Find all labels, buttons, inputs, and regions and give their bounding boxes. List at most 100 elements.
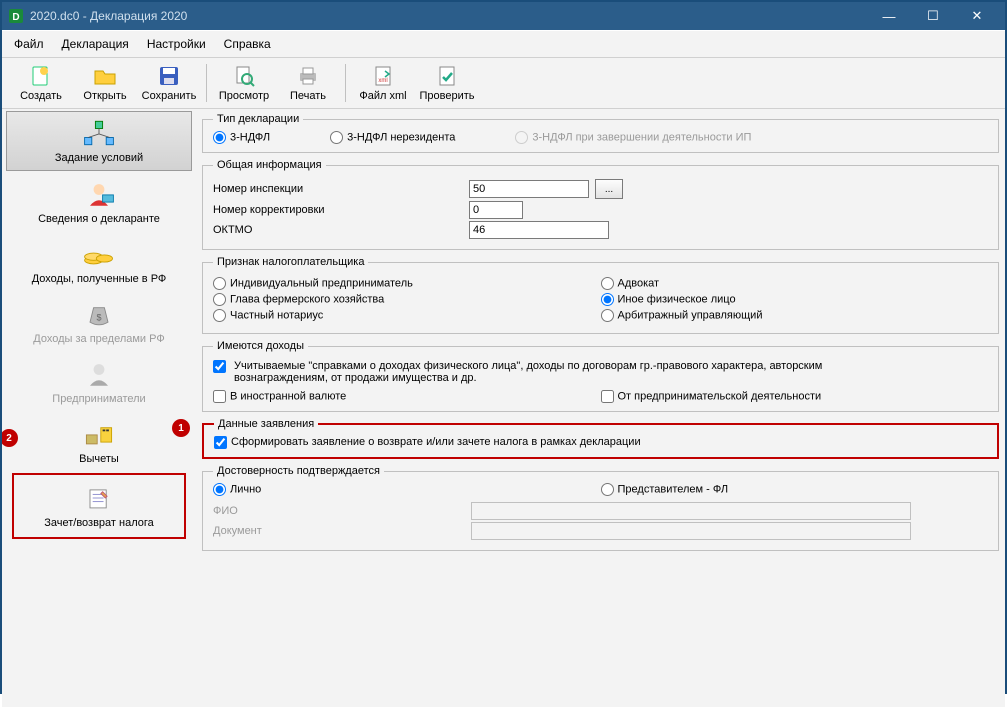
label-oktmo: ОКТМО: [213, 224, 463, 236]
sidebar-item-income-rf[interactable]: Доходы, полученные в РФ: [6, 233, 192, 291]
group-general: Общая информация Номер инспекции ... Ном…: [202, 159, 999, 250]
content-panel: Тип декларации 3-НДФЛ 3-НДФЛ нерезидента…: [196, 109, 1005, 707]
open-icon: [93, 64, 117, 88]
group-income: Имеются доходы Учитываемые "справками о …: [202, 340, 999, 412]
separator: [345, 64, 346, 102]
save-icon: [157, 64, 181, 88]
sidebar-label: Вычеты: [79, 453, 119, 465]
sidebar-item-declarant[interactable]: Сведения о декларанте: [6, 173, 192, 231]
coins-icon: [81, 239, 117, 269]
preview-button[interactable]: Просмотр: [213, 62, 275, 104]
tool-label: Создать: [20, 90, 62, 102]
print-icon: [296, 64, 320, 88]
svg-text:xml: xml: [378, 78, 387, 84]
close-button[interactable]: ✕: [955, 2, 999, 30]
radio-arbitr[interactable]: Арбитражный управляющий: [601, 309, 763, 322]
legend: Признак налогоплательщика: [213, 256, 368, 268]
new-button[interactable]: Создать: [10, 62, 72, 104]
legend: Имеются доходы: [213, 340, 308, 352]
sidebar-item-entrepreneurs[interactable]: Предприниматели: [6, 353, 192, 411]
sidebar-label: Предприниматели: [52, 393, 145, 405]
app-icon: D: [8, 8, 24, 24]
menu-settings[interactable]: Настройки: [143, 35, 210, 53]
person-icon: [81, 179, 117, 209]
doc-input: [471, 522, 911, 540]
sidebar-label: Доходы за пределами РФ: [33, 333, 164, 345]
svg-text:D: D: [12, 12, 19, 23]
sidebar-item-refund[interactable]: Зачет/возврат налога: [14, 477, 184, 535]
xml-icon: xml: [371, 64, 395, 88]
save-button[interactable]: Сохранить: [138, 62, 200, 104]
group-decl-type: Тип декларации 3-НДФЛ 3-НДФЛ нерезидента…: [202, 113, 999, 153]
tool-label: Проверить: [419, 90, 474, 102]
label-inspection: Номер инспекции: [213, 183, 463, 195]
menu-file[interactable]: Файл: [10, 35, 48, 53]
entrepreneur-icon: [81, 359, 117, 389]
toolbar: Создать Открыть Сохранить Просмотр Печат…: [2, 58, 1005, 109]
sidebar-item-conditions[interactable]: Задание условий: [6, 111, 192, 171]
inspection-input[interactable]: [469, 180, 589, 198]
svg-text:$: $: [96, 312, 101, 322]
radio-3ndfl-ip: 3-НДФЛ при завершении деятельности ИП: [515, 131, 751, 144]
legend: Тип декларации: [213, 113, 303, 125]
group-authenticity: Достоверность подтверждается Лично Предс…: [202, 465, 999, 551]
preview-icon: [232, 64, 256, 88]
label-correction: Номер корректировки: [213, 204, 463, 216]
check-cert[interactable]: Учитываемые "справками о доходах физичес…: [213, 360, 914, 384]
menubar: Файл Декларация Настройки Справка: [2, 30, 1005, 58]
legend: Общая информация: [213, 159, 326, 171]
check-icon: [435, 64, 459, 88]
group-application: Данные заявления Сформировать заявление …: [202, 418, 999, 459]
correction-input[interactable]: [469, 201, 523, 219]
radio-ip[interactable]: Индивидуальный предприниматель: [213, 277, 413, 290]
legend: Данные заявления: [214, 418, 318, 430]
check-entrepreneur[interactable]: От предпринимательской деятельности: [601, 390, 822, 403]
radio-representative[interactable]: Представителем - ФЛ: [601, 483, 729, 496]
separator: [206, 64, 207, 102]
sidebar-label: Зачет/возврат налога: [44, 517, 154, 529]
legend: Достоверность подтверждается: [213, 465, 384, 477]
sidebar-item-deductions[interactable]: Вычеты: [6, 413, 192, 471]
sidebar-item-income-abroad[interactable]: $ Доходы за пределами РФ: [6, 293, 192, 351]
tool-label: Сохранить: [142, 90, 197, 102]
radio-individual[interactable]: Иное физическое лицо: [601, 293, 736, 306]
tool-label: Печать: [290, 90, 326, 102]
menu-help[interactable]: Справка: [220, 35, 275, 53]
window-title: 2020.dc0 - Декларация 2020: [30, 9, 867, 23]
tool-label: Просмотр: [219, 90, 269, 102]
new-icon: [29, 64, 53, 88]
deductions-icon: [81, 419, 117, 449]
label-doc: Документ: [213, 525, 465, 537]
group-taxpayer: Признак налогоплательщика Индивидуальный…: [202, 256, 999, 334]
badge-1: 1: [172, 419, 190, 437]
check-foreign[interactable]: В иностранной валюте: [213, 390, 346, 403]
xml-button[interactable]: xml Файл xml: [352, 62, 414, 104]
sidebar-label: Сведения о декларанте: [38, 213, 160, 225]
highlight-refund: Зачет/возврат налога: [12, 473, 186, 539]
radio-advocate[interactable]: Адвокат: [601, 277, 660, 290]
titlebar: D 2020.dc0 - Декларация 2020 — ☐ ✕: [2, 2, 1005, 30]
maximize-button[interactable]: ☐: [911, 2, 955, 30]
sidebar: Задание условий Сведения о декларанте До…: [2, 109, 196, 707]
minimize-button[interactable]: —: [867, 2, 911, 30]
radio-notary[interactable]: Частный нотариус: [213, 309, 323, 322]
conditions-icon: [81, 118, 117, 148]
check-form-application[interactable]: Сформировать заявление о возврате и/или …: [214, 436, 641, 448]
label-fio: ФИО: [213, 505, 465, 517]
tool-label: Файл xml: [359, 90, 406, 102]
browse-inspection-button[interactable]: ...: [595, 179, 623, 199]
menu-declaration[interactable]: Декларация: [58, 35, 133, 53]
open-button[interactable]: Открыть: [74, 62, 136, 104]
fio-input: [471, 502, 911, 520]
radio-farmer[interactable]: Глава фермерского хозяйства: [213, 293, 384, 306]
sidebar-label: Задание условий: [55, 152, 143, 164]
tool-label: Открыть: [83, 90, 126, 102]
print-button[interactable]: Печать: [277, 62, 339, 104]
oktmo-input[interactable]: [469, 221, 609, 239]
radio-personal[interactable]: Лично: [213, 483, 261, 496]
radio-3ndfl-nonres[interactable]: 3-НДФЛ нерезидента: [330, 131, 455, 144]
moneybag-icon: $: [81, 299, 117, 329]
check-button[interactable]: Проверить: [416, 62, 478, 104]
sidebar-label: Доходы, полученные в РФ: [32, 273, 167, 285]
radio-3ndfl[interactable]: 3-НДФЛ: [213, 131, 270, 144]
